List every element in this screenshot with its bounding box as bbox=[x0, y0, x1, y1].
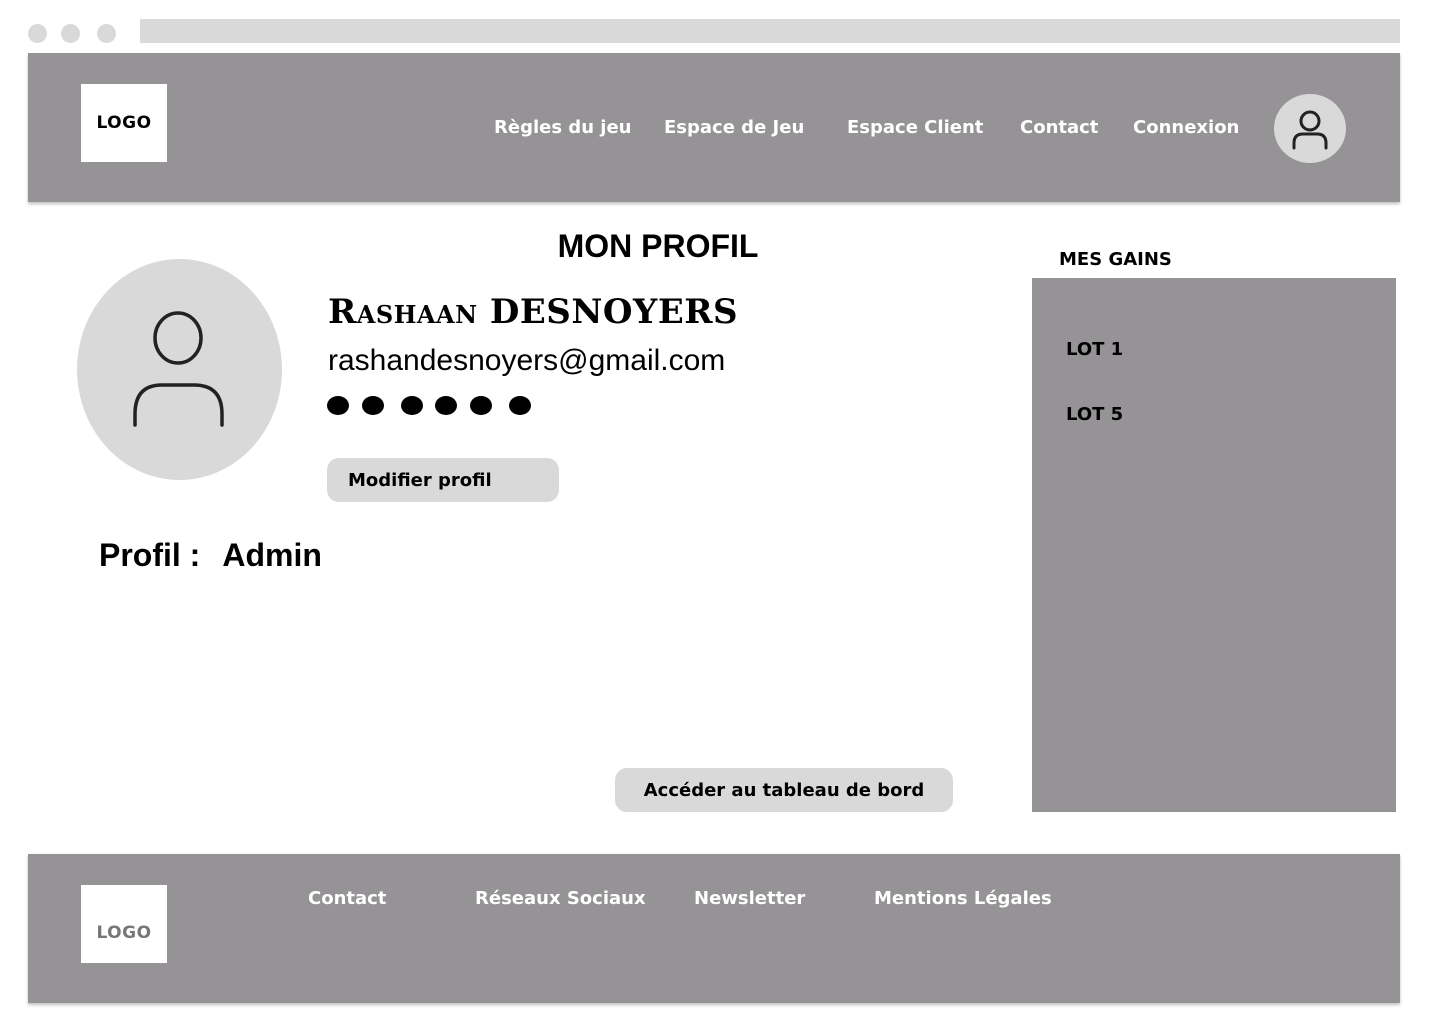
password-dot bbox=[362, 396, 384, 415]
address-bar[interactable] bbox=[140, 19, 1400, 43]
role-value: Admin bbox=[222, 537, 322, 573]
user-icon bbox=[132, 310, 224, 427]
nav-game-space[interactable]: Espace de Jeu bbox=[664, 117, 804, 138]
profile-role: Profil : Admin bbox=[99, 537, 322, 574]
window-dot-minimize[interactable] bbox=[61, 24, 80, 43]
window-dot-maximize[interactable] bbox=[97, 24, 116, 43]
password-dot bbox=[327, 396, 349, 415]
nav-login[interactable]: Connexion bbox=[1133, 117, 1239, 138]
user-email: rashandesnoyers@gmail.com bbox=[328, 344, 726, 377]
site-header: LOGO Règles du jeu Espace de Jeu Espace … bbox=[28, 53, 1400, 202]
nav-contact[interactable]: Contact bbox=[1020, 117, 1098, 138]
password-dot bbox=[435, 396, 457, 415]
window-dot-close[interactable] bbox=[28, 24, 47, 43]
page-title: MON PROFIL bbox=[557, 228, 759, 264]
gain-item[interactable]: LOT 1 bbox=[1066, 339, 1123, 360]
gains-panel: LOT 1 LOT 5 bbox=[1032, 278, 1396, 812]
account-button[interactable] bbox=[1274, 94, 1346, 163]
password-dot bbox=[470, 396, 492, 415]
site-footer: LOGO Contact Réseaux Sociaux Newsletter … bbox=[28, 854, 1400, 1003]
gains-title: MES GAINS bbox=[1059, 249, 1172, 270]
footer-logo[interactable]: LOGO bbox=[81, 885, 167, 963]
password-dot bbox=[401, 396, 423, 415]
footer-link-newsletter[interactable]: Newsletter bbox=[694, 888, 805, 909]
header-logo[interactable]: LOGO bbox=[81, 84, 167, 162]
footer-link-contact[interactable]: Contact bbox=[308, 888, 386, 909]
edit-profile-button[interactable]: Modifier profil bbox=[327, 458, 559, 502]
user-icon bbox=[1292, 110, 1328, 149]
password-dot bbox=[509, 396, 531, 415]
user-name: Rashaan DESNOYERS bbox=[328, 292, 739, 332]
footer-link-legal[interactable]: Mentions Légales bbox=[874, 888, 1052, 909]
profile-photo[interactable] bbox=[77, 259, 282, 480]
nav-rules[interactable]: Règles du jeu bbox=[494, 117, 631, 138]
role-label: Profil : bbox=[99, 537, 201, 573]
footer-link-social[interactable]: Réseaux Sociaux bbox=[475, 888, 646, 909]
dashboard-button[interactable]: Accéder au tableau de bord bbox=[615, 768, 953, 812]
gain-item[interactable]: LOT 5 bbox=[1066, 404, 1123, 425]
nav-client-space[interactable]: Espace Client bbox=[847, 117, 983, 138]
